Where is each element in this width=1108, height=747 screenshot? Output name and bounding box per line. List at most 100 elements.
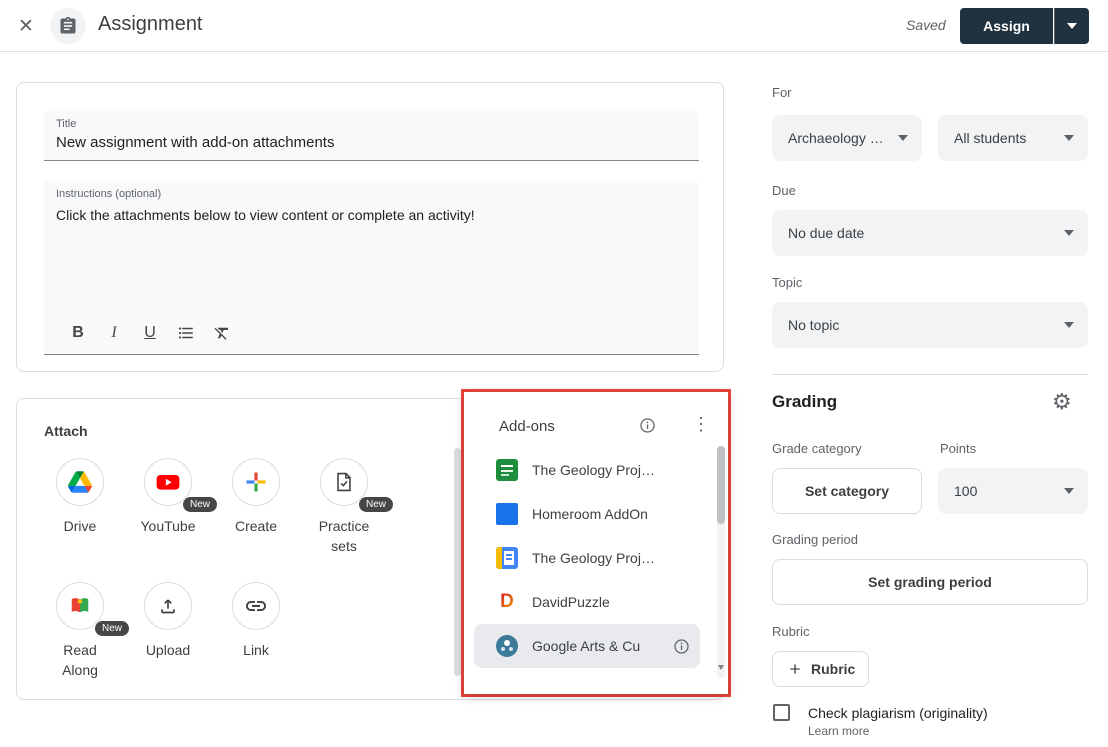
- plagiarism-label: Check plagiarism (originality): [808, 705, 988, 721]
- topic-select-value: No topic: [788, 317, 839, 333]
- points-select[interactable]: 100: [938, 468, 1088, 514]
- assignment-details-card: Title New assignment with add-on attachm…: [16, 82, 724, 372]
- addons-popup: Add-ons ⋮ The Geology Proj… Homeroom Add…: [464, 392, 728, 694]
- addons-title: Add-ons: [499, 418, 555, 435]
- chevron-down-icon: [1064, 135, 1074, 141]
- overflow-menu-button[interactable]: ⋮: [692, 414, 710, 435]
- addon-name: The Geology Proj…: [532, 550, 655, 566]
- attach-label-practice-sets: Practice sets: [309, 516, 379, 556]
- page-title: Assignment: [98, 13, 203, 36]
- points-label: Points: [940, 441, 976, 456]
- grade-category-label: Grade category: [772, 441, 862, 456]
- addon-item-arts-culture[interactable]: Google Arts & Cu: [474, 624, 700, 668]
- attach-label-youtube: YouTube: [133, 516, 203, 536]
- attach-item-upload[interactable]: [144, 582, 192, 630]
- attach-item-link[interactable]: [232, 582, 280, 630]
- grading-title: Grading: [772, 392, 837, 412]
- new-badge: New: [95, 621, 129, 636]
- attach-label-create: Create: [221, 516, 291, 536]
- geology-project-icon: [496, 547, 518, 569]
- scroll-down-arrow-icon[interactable]: [718, 665, 724, 670]
- saved-status: Saved: [906, 17, 946, 33]
- assignment-page: ✕ Assignment Saved Assign Title New assi…: [0, 0, 1108, 747]
- addon-name: Homeroom AddOn: [532, 506, 648, 522]
- points-select-value: 100: [954, 483, 977, 499]
- close-icon[interactable]: ✕: [14, 14, 38, 38]
- upload-icon: [157, 595, 179, 617]
- chevron-down-icon: [1067, 23, 1077, 29]
- instructions-field-label: Instructions (optional): [56, 188, 161, 200]
- youtube-icon: [155, 469, 181, 495]
- sidebar-divider: [772, 374, 1088, 375]
- rubric-button-label: Rubric: [811, 661, 855, 677]
- top-bar: ✕ Assignment Saved Assign: [0, 0, 1108, 52]
- chevron-down-icon: [1064, 488, 1074, 494]
- set-category-button[interactable]: Set category: [772, 468, 922, 514]
- set-grading-period-button[interactable]: Set grading period: [772, 559, 1088, 605]
- addon-info-button[interactable]: [673, 638, 690, 655]
- addons-scrollbar-thumb[interactable]: [717, 446, 725, 524]
- chevron-down-icon: [898, 135, 908, 141]
- rubric-button[interactable]: Rubric: [772, 651, 869, 687]
- assign-button[interactable]: Assign: [960, 8, 1053, 44]
- addons-scrollbar[interactable]: [717, 446, 725, 678]
- addon-name: Google Arts & Cu: [532, 638, 640, 654]
- new-badge: New: [183, 497, 217, 512]
- set-category-label: Set category: [805, 483, 889, 499]
- topic-label: Topic: [772, 275, 802, 290]
- topic-select[interactable]: No topic: [772, 302, 1088, 348]
- addons-info-button[interactable]: [639, 417, 656, 434]
- drive-icon: [68, 471, 92, 493]
- title-field[interactable]: Title New assignment with add-on attachm…: [44, 111, 699, 161]
- for-label: For: [772, 85, 792, 100]
- due-select-value: No due date: [788, 225, 864, 241]
- attach-label-link: Link: [221, 640, 291, 660]
- instructions-field-value: Click the attachments below to view cont…: [56, 207, 475, 223]
- davidpuzzle-icon: D: [496, 591, 518, 613]
- attach-scrollbar[interactable]: [454, 448, 461, 676]
- addon-item-geology-1[interactable]: The Geology Proj…: [474, 448, 700, 492]
- plus-icon: [787, 661, 803, 677]
- due-select[interactable]: No due date: [772, 210, 1088, 256]
- attach-item-drive[interactable]: [56, 458, 104, 506]
- grading-period-label: Grading period: [772, 532, 858, 547]
- gear-icon[interactable]: ⚙: [1052, 391, 1072, 413]
- new-badge: New: [359, 497, 393, 512]
- addon-item-homeroom[interactable]: Homeroom AddOn: [474, 492, 700, 536]
- create-plus-icon: [244, 470, 268, 494]
- assignment-icon: [50, 8, 86, 44]
- bold-button[interactable]: B: [64, 320, 92, 346]
- clear-formatting-button[interactable]: [208, 320, 236, 346]
- plagiarism-checkbox[interactable]: [773, 704, 790, 721]
- link-icon: [244, 594, 268, 618]
- info-icon: [673, 638, 690, 655]
- instructions-field[interactable]: Instructions (optional) Click the attach…: [44, 181, 699, 355]
- clear-formatting-icon: [213, 324, 231, 342]
- geology-project-icon: [496, 459, 518, 481]
- class-select-value: Archaeology …: [788, 130, 884, 146]
- due-label: Due: [772, 183, 796, 198]
- addon-item-geology-2[interactable]: The Geology Proj…: [474, 536, 700, 580]
- practice-sets-icon: [333, 470, 355, 494]
- attach-item-create[interactable]: [232, 458, 280, 506]
- underline-button[interactable]: U: [136, 320, 164, 346]
- class-select[interactable]: Archaeology …: [772, 115, 922, 161]
- bulleted-list-icon: [177, 324, 195, 342]
- attach-heading: Attach: [44, 423, 88, 439]
- assign-dropdown-button[interactable]: [1054, 8, 1089, 44]
- title-field-value: New assignment with add-on attachments: [56, 134, 334, 151]
- arts-culture-icon: [496, 635, 518, 657]
- learn-more-link[interactable]: Learn more: [808, 724, 869, 738]
- attach-label-drive: Drive: [45, 516, 115, 536]
- attach-label-upload: Upload: [133, 640, 203, 660]
- italic-button[interactable]: I: [100, 320, 128, 346]
- chevron-down-icon: [1064, 230, 1074, 236]
- addon-name: The Geology Proj…: [532, 462, 655, 478]
- students-select[interactable]: All students: [938, 115, 1088, 161]
- set-grading-period-label: Set grading period: [868, 574, 992, 590]
- addon-item-davidpuzzle[interactable]: D DavidPuzzle: [474, 580, 700, 624]
- rubric-label: Rubric: [772, 624, 810, 639]
- bulleted-list-button[interactable]: [172, 320, 200, 346]
- addon-name: DavidPuzzle: [532, 594, 610, 610]
- chevron-down-icon: [1064, 322, 1074, 328]
